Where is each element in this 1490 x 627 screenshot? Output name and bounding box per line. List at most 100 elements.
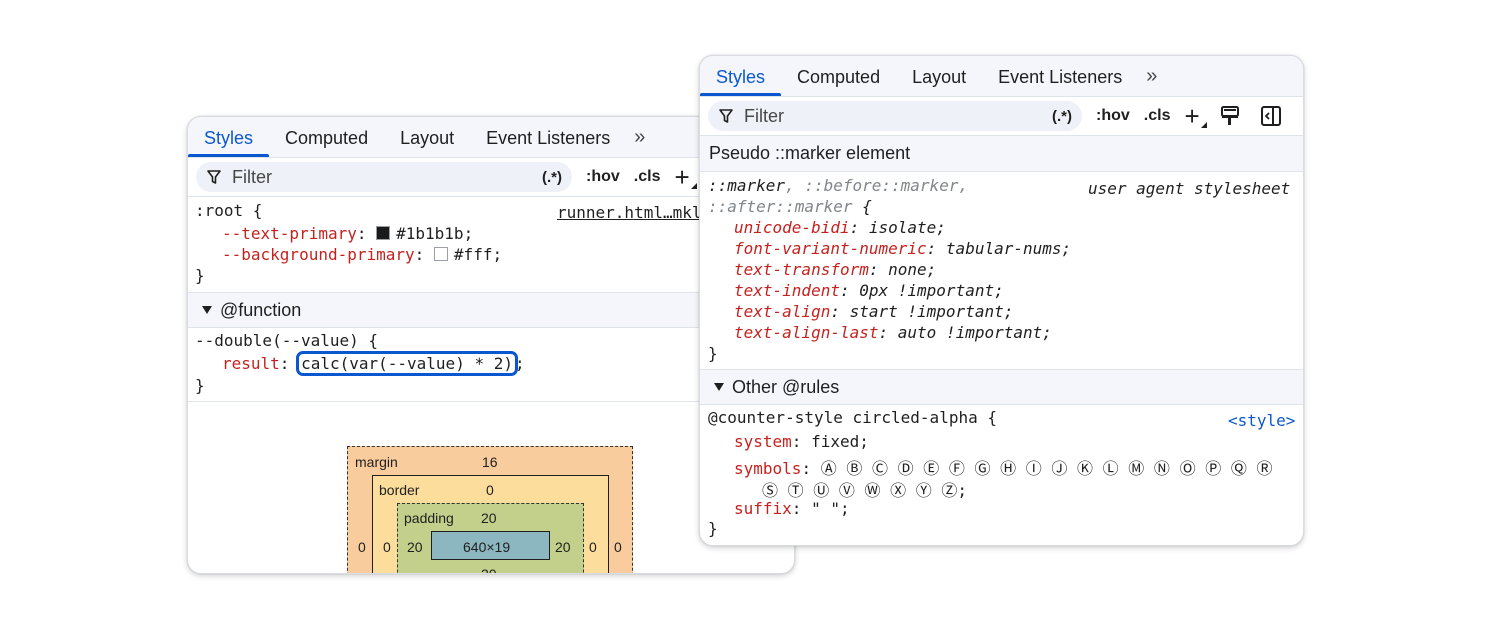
property-name: text-transform [734, 260, 869, 279]
property-value: isolate; [868, 218, 946, 237]
hov-button[interactable]: :hov [1096, 107, 1130, 125]
rule-open: { [852, 197, 872, 216]
border-left-value[interactable]: 0 [383, 539, 391, 555]
chevron-double-right-icon[interactable]: » [626, 117, 650, 157]
function-signature: --double(--value) { [195, 331, 379, 350]
rule-selector: ::marker, ::before::marker, [708, 176, 968, 195]
property-value: tabular-nums; [945, 239, 1072, 258]
source-link[interactable]: runner.html…mkl [557, 203, 702, 222]
padding-right-value[interactable]: 20 [555, 539, 571, 555]
selector-unmatched: , ::before::marker, [785, 176, 969, 195]
padding-top-value[interactable]: 20 [481, 510, 497, 526]
padding-left-value[interactable]: 20 [407, 539, 423, 555]
section-title: Other @rules [732, 377, 840, 397]
property-name: suffix [734, 499, 792, 518]
property-value: auto !important; [897, 323, 1052, 342]
paint-icon[interactable] [1220, 105, 1240, 127]
declaration[interactable]: symbols: Ⓐ Ⓑ Ⓒ Ⓓ Ⓔ Ⓕ Ⓖ Ⓗ Ⓘ Ⓙ Ⓚ Ⓛ Ⓜ Ⓝ Ⓞ Ⓟ… [734, 455, 1272, 479]
sidebar-toggle-icon[interactable] [1260, 105, 1282, 127]
declaration[interactable]: text-align-last: auto !important; [734, 323, 1052, 342]
source-label: user agent stylesheet [1088, 179, 1291, 198]
property-name: text-indent [734, 281, 840, 300]
triangle-down-icon [202, 306, 212, 315]
tab-layout[interactable]: Layout [896, 56, 982, 96]
section-title: Pseudo ::marker element [709, 143, 911, 163]
styles-toolbar: Filter (.*) :hov .cls + [700, 97, 1303, 136]
tab-event-listeners[interactable]: Event Listeners [470, 117, 626, 157]
tab-computed[interactable]: Computed [781, 56, 896, 96]
hov-button[interactable]: :hov [586, 168, 620, 186]
selector-unmatched: ::after::marker [708, 197, 853, 216]
border-top-value[interactable]: 0 [486, 482, 494, 498]
selector-match: ::marker [708, 176, 786, 195]
content-size[interactable]: 640×19 [463, 539, 510, 555]
cls-button[interactable]: .cls [1144, 107, 1171, 125]
tab-computed[interactable]: Computed [269, 117, 384, 157]
declaration[interactable]: text-transform: none; [734, 260, 936, 279]
cls-button[interactable]: .cls [634, 168, 661, 186]
other-rules-header[interactable]: Other @rules [700, 369, 1303, 405]
padding-bottom-value[interactable]: 20 [481, 566, 497, 573]
property-name: text-align [734, 302, 831, 321]
border-label: border [379, 482, 420, 498]
margin-right-value[interactable]: 0 [614, 539, 622, 555]
declaration[interactable]: --background-primary: #fff; [222, 245, 502, 264]
border-right-value[interactable]: 0 [589, 539, 597, 555]
rule-close: } [195, 376, 205, 395]
property-name: unicode-bidi [734, 218, 850, 237]
rule-selector-continued: ::after::marker { [708, 197, 872, 216]
tab-bar: Styles Computed Layout Event Listeners » [700, 56, 1303, 97]
property-value: #1b1b1b [396, 224, 464, 243]
pseudo-marker-header: Pseudo ::marker element [700, 136, 1303, 172]
declaration[interactable]: text-indent: 0px !important; [734, 281, 1004, 300]
margin-left-value[interactable]: 0 [358, 539, 366, 555]
rule-close: } [708, 344, 718, 363]
property-name: result [222, 354, 280, 373]
filter-icon [719, 109, 733, 123]
property-name: font-variant-numeric [734, 239, 927, 258]
tab-event-listeners[interactable]: Event Listeners [982, 56, 1138, 96]
filter-icon [207, 170, 221, 184]
property-value: fixed; [811, 432, 869, 451]
styles-panel-right: Styles Computed Layout Event Listeners »… [699, 55, 1304, 546]
color-swatch[interactable] [376, 226, 391, 240]
tab-styles[interactable]: Styles [188, 117, 270, 157]
declaration[interactable]: font-variant-numeric: tabular-nums; [734, 239, 1071, 258]
filter-input[interactable]: Filter [232, 167, 542, 188]
regex-toggle[interactable]: (.*) [1052, 108, 1072, 125]
color-swatch[interactable] [433, 247, 448, 261]
declaration[interactable]: --text-primary: #1b1b1b; [222, 224, 473, 243]
property-name: --text-primary [222, 224, 357, 243]
declaration[interactable]: unicode-bidi: isolate; [734, 218, 946, 237]
filter-input[interactable]: Filter [744, 106, 1052, 127]
chevron-double-right-icon[interactable]: » [1138, 56, 1162, 96]
margin-label: margin [355, 454, 398, 470]
property-value: Ⓐ Ⓑ Ⓒ Ⓓ Ⓔ Ⓕ Ⓖ Ⓗ Ⓘ Ⓙ Ⓚ Ⓛ Ⓜ Ⓝ Ⓞ Ⓟ Ⓠ Ⓡ [820, 459, 1273, 478]
declaration[interactable]: text-align: start !important; [734, 302, 1013, 321]
highlighted-value[interactable]: calc(var(--value) * 2) [296, 351, 518, 376]
margin-top-value[interactable]: 16 [482, 454, 498, 470]
property-value: none; [888, 260, 937, 279]
rule-selector: :root { [195, 201, 263, 220]
tab-layout[interactable]: Layout [384, 117, 470, 157]
property-name: system [734, 432, 792, 451]
filter-box[interactable]: Filter (.*) [196, 162, 572, 192]
property-value: " "; [811, 499, 850, 518]
style-source-link[interactable]: <style> [1228, 411, 1295, 430]
rule-selector: @counter-style circled-alpha { [708, 408, 997, 427]
tab-styles[interactable]: Styles [700, 56, 782, 96]
property-value: #fff [453, 245, 493, 264]
declaration[interactable]: system: fixed; [734, 432, 869, 451]
regex-toggle[interactable]: (.*) [542, 169, 562, 186]
rule-close: } [195, 266, 205, 285]
filter-box[interactable]: Filter (.*) [708, 101, 1082, 131]
property-value: start !important; [849, 302, 1014, 321]
add-rule-icon[interactable]: + [1184, 103, 1207, 129]
property-value: 0px !important; [859, 281, 1004, 300]
declaration[interactable]: result: calc(var(--value) * 2); [222, 351, 525, 376]
property-name: --background-primary [222, 245, 415, 264]
property-name: text-align-last [734, 323, 879, 342]
padding-label: padding [404, 510, 454, 526]
add-rule-icon[interactable]: + [674, 164, 697, 190]
declaration[interactable]: suffix: " "; [734, 499, 850, 518]
